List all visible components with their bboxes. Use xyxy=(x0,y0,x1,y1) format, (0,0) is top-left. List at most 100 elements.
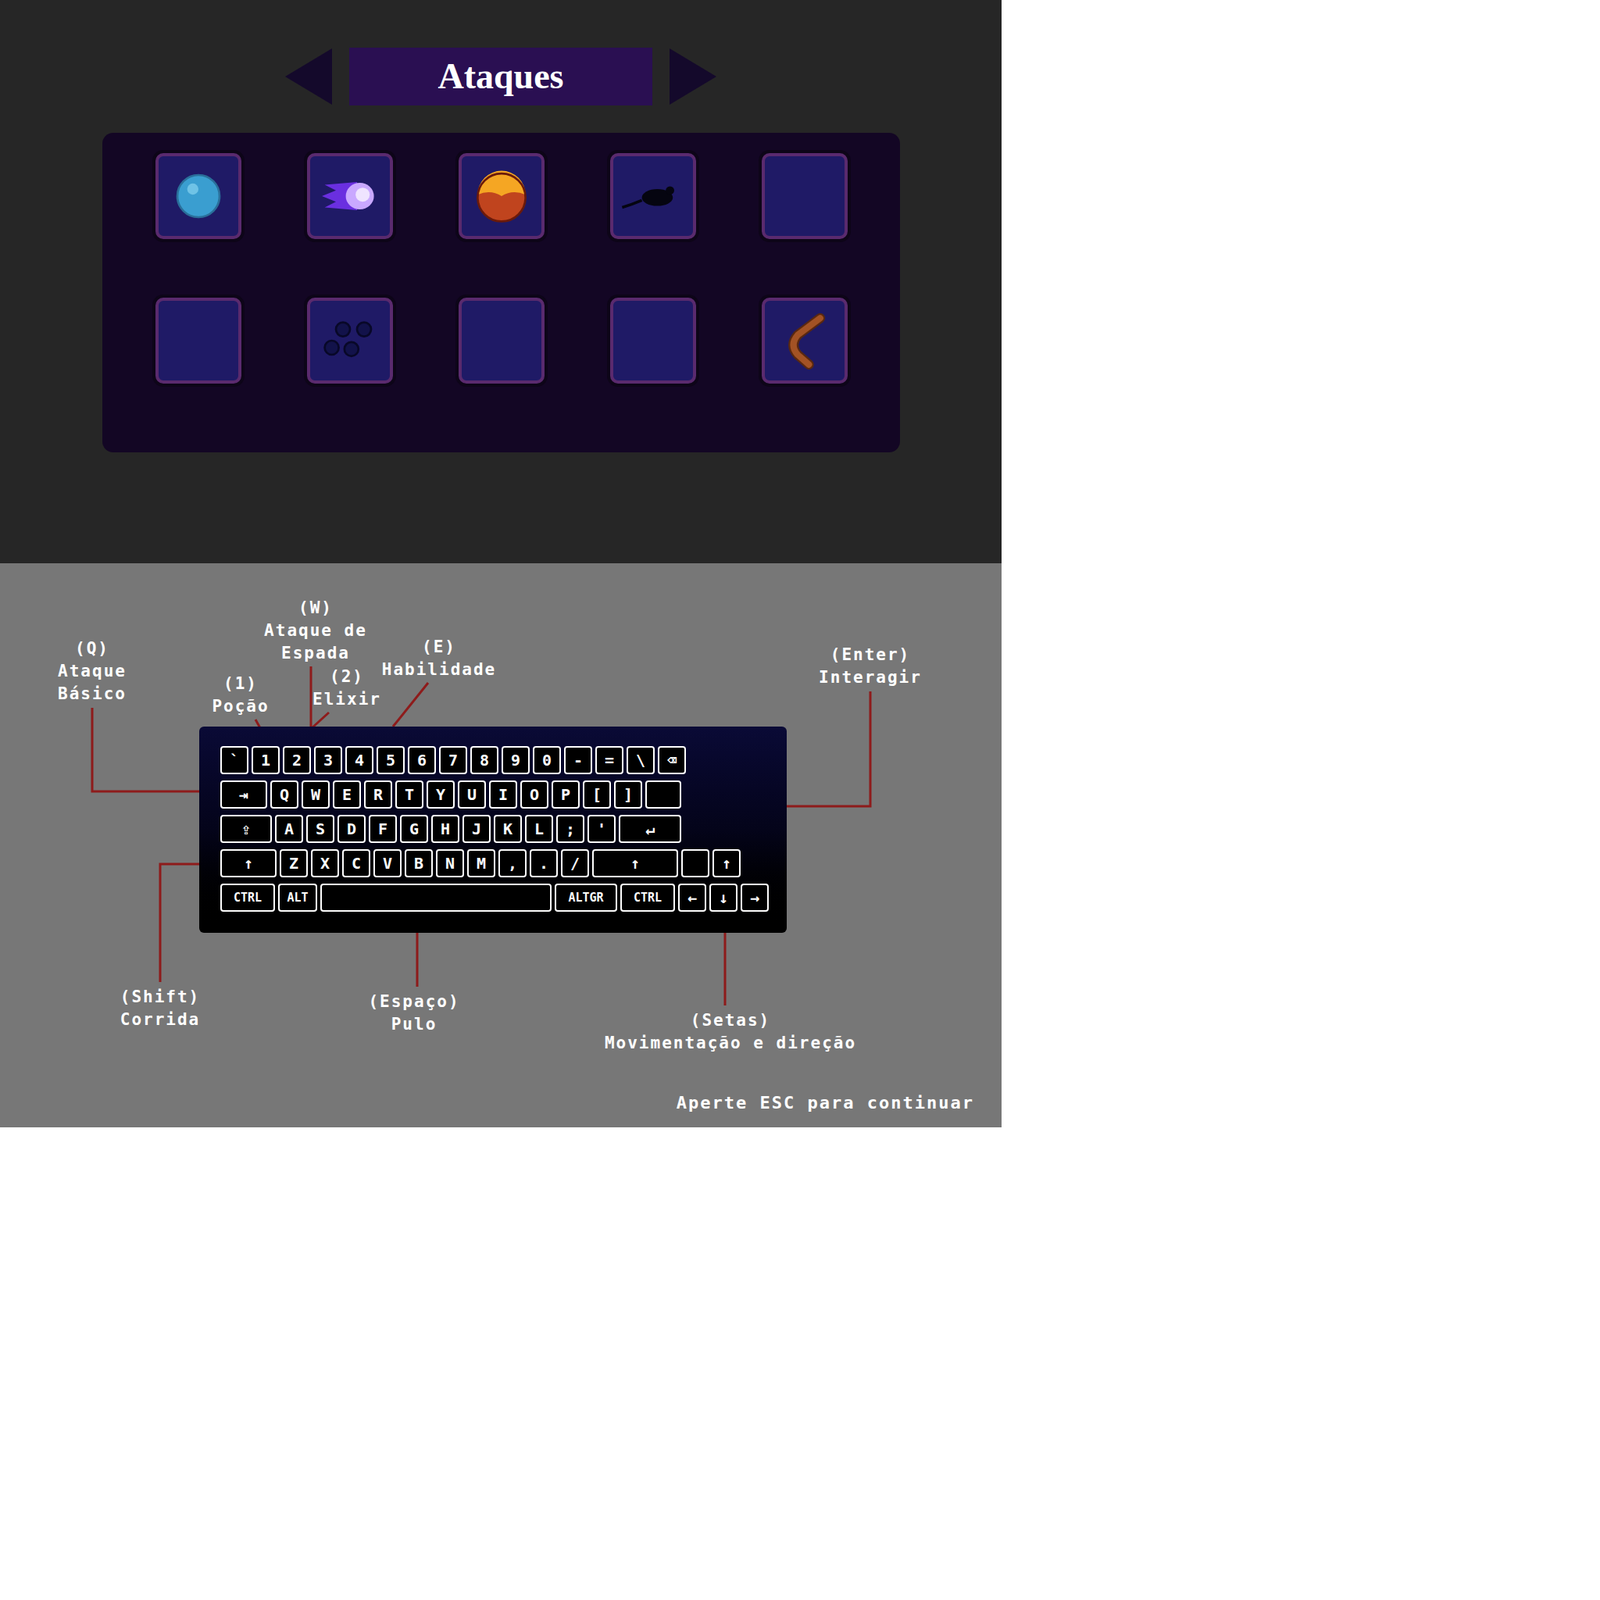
attack-slot[interactable] xyxy=(610,153,697,240)
keyboard-key[interactable]: / xyxy=(560,849,590,878)
keyboard-key[interactable] xyxy=(320,883,552,912)
keyboard-key[interactable]: Q xyxy=(270,780,299,809)
fireball-icon xyxy=(466,160,537,232)
keyboard-key[interactable]: - xyxy=(564,746,593,775)
attack-slot[interactable] xyxy=(307,297,393,384)
keyboard-key[interactable]: Y xyxy=(426,780,455,809)
keyboard-key[interactable]: O xyxy=(520,780,549,809)
keyboard-key[interactable]: 5 xyxy=(376,746,405,775)
keyboard-key[interactable]: 2 xyxy=(282,746,311,775)
attack-slot[interactable] xyxy=(458,297,545,384)
keyboard-key[interactable]: CTRL xyxy=(620,883,675,912)
keyboard-key[interactable]: . xyxy=(529,849,558,878)
keyboard-key[interactable]: A xyxy=(275,814,304,843)
key-label: CTRL xyxy=(233,892,262,904)
attack-slot[interactable] xyxy=(761,153,848,240)
attack-slot[interactable] xyxy=(458,153,545,240)
keyboard-key[interactable]: X xyxy=(310,849,340,878)
attack-slot[interactable] xyxy=(155,153,242,240)
keyboard-key[interactable]: U xyxy=(457,780,486,809)
key-label: 1 xyxy=(260,752,271,768)
keyboard-key[interactable]: S xyxy=(306,814,335,843)
keyboard-key[interactable]: M xyxy=(467,849,496,878)
key-label: ' xyxy=(596,821,607,837)
keyboard-key[interactable]: ; xyxy=(556,814,585,843)
previous-arrow-icon[interactable] xyxy=(285,48,333,105)
keyboard-key[interactable]: ALTGR xyxy=(554,883,618,912)
keyboard-key[interactable]: ⇪ xyxy=(220,814,272,843)
key-label: Z xyxy=(289,855,299,872)
keyboard-key[interactable]: K xyxy=(493,814,522,843)
keyboard-key[interactable]: [ xyxy=(582,780,611,809)
key-label: ↓ xyxy=(718,889,729,906)
keyboard-key[interactable]: J xyxy=(462,814,491,843)
keyboard-key[interactable]: B xyxy=(404,849,433,878)
control-annotation: (E)Habilidade xyxy=(382,635,497,682)
keyboard-key[interactable]: I xyxy=(489,780,518,809)
keyboard-key[interactable]: \ xyxy=(626,746,655,775)
key-label: W xyxy=(310,786,321,803)
keyboard-key[interactable] xyxy=(645,780,682,809)
key-label: X xyxy=(320,855,330,872)
keyboard-key[interactable]: → xyxy=(740,883,769,912)
attacks-menu: Ataques xyxy=(0,0,1002,564)
attack-slot[interactable] xyxy=(307,153,393,240)
keyboard-key[interactable]: , xyxy=(498,849,527,878)
keyboard-key[interactable]: 1 xyxy=(251,746,280,775)
keyboard-key[interactable]: L xyxy=(525,814,554,843)
annotation-text: (2) xyxy=(329,665,365,689)
keyboard-key[interactable]: ⇥ xyxy=(220,780,268,809)
keyboard-key[interactable]: Z xyxy=(279,849,308,878)
keyboard-key[interactable]: H xyxy=(431,814,460,843)
keyboard-key[interactable]: ↑ xyxy=(712,849,741,878)
keyboard-key[interactable] xyxy=(681,849,710,878)
keyboard-key[interactable]: ' xyxy=(587,814,616,843)
keyboard-row: CTRLALTALTGRCTRL←↓→ xyxy=(220,883,787,912)
keyboard-key[interactable]: ⌫ xyxy=(657,746,686,775)
keyboard-key[interactable]: F xyxy=(368,814,397,843)
keyboard-key[interactable]: 8 xyxy=(470,746,499,775)
key-label: - xyxy=(573,752,583,768)
keyboard-key[interactable]: ALT xyxy=(278,883,318,912)
key-label: 6 xyxy=(417,752,427,768)
control-annotation: (Espaço)Pulo xyxy=(367,990,460,1036)
keyboard-key[interactable]: E xyxy=(332,780,361,809)
control-annotation: (1)Poção xyxy=(211,672,269,718)
keyboard-key[interactable]: ↑ xyxy=(220,849,277,878)
keyboard-key[interactable]: N xyxy=(435,849,465,878)
keyboard-key[interactable]: 9 xyxy=(501,746,530,775)
keyboard-key[interactable]: ↑ xyxy=(592,849,679,878)
keyboard-key[interactable]: T xyxy=(395,780,424,809)
key-label: G xyxy=(409,821,419,837)
keyboard-key[interactable]: P xyxy=(551,780,580,809)
keyboard-key[interactable]: G xyxy=(400,814,429,843)
slots-grid xyxy=(155,153,900,384)
keyboard-key[interactable]: 0 xyxy=(532,746,561,775)
keyboard-key[interactable]: = xyxy=(595,746,624,775)
keyboard-key[interactable]: ` xyxy=(220,746,249,775)
continue-hint: Aperte ESC para continuar xyxy=(676,1092,975,1113)
keyboard-key[interactable]: W xyxy=(301,780,330,809)
next-arrow-icon[interactable] xyxy=(669,48,717,105)
attack-slot[interactable] xyxy=(610,297,697,384)
keyboard-key[interactable]: ↵ xyxy=(618,814,682,843)
key-label: ⇪ xyxy=(241,821,251,837)
keyboard-key[interactable]: CTRL xyxy=(220,883,275,912)
key-label: ALT xyxy=(286,892,308,904)
keyboard-key[interactable]: 4 xyxy=(345,746,374,775)
attack-slot[interactable] xyxy=(761,297,848,384)
key-label: ↑ xyxy=(721,855,732,872)
keyboard-key[interactable]: 6 xyxy=(407,746,436,775)
keyboard-key[interactable]: 3 xyxy=(314,746,343,775)
keyboard-key[interactable]: ← xyxy=(678,883,707,912)
keyboard-key[interactable]: ] xyxy=(614,780,643,809)
keyboard-key[interactable]: V xyxy=(373,849,402,878)
keyboard-key[interactable]: D xyxy=(337,814,366,843)
key-label: \ xyxy=(635,752,646,768)
keyboard-key[interactable]: ↓ xyxy=(709,883,738,912)
annotation-text: Interagir xyxy=(818,666,922,690)
keyboard-key[interactable]: R xyxy=(364,780,393,809)
keyboard-key[interactable]: 7 xyxy=(439,746,468,775)
attack-slot[interactable] xyxy=(155,297,242,384)
keyboard-key[interactable]: C xyxy=(342,849,371,878)
